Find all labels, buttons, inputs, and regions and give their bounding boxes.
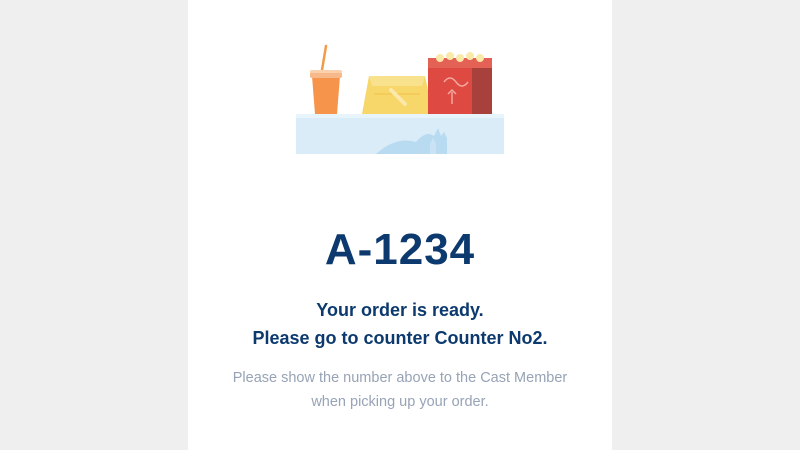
food-tray-illustration [296, 44, 504, 154]
counter-message: Please go to counter Counter No2. [252, 328, 548, 348]
order-ready-panel: A-1234 Your order is ready. Please go to… [188, 0, 612, 450]
pickup-instruction-line2: when picking up your order. [311, 394, 489, 410]
pickup-instruction-line1: Please show the number above to the Cast… [232, 370, 568, 386]
order-number: A-1234 [324, 225, 476, 274]
order-ready-message: Your order is ready. [316, 300, 484, 320]
